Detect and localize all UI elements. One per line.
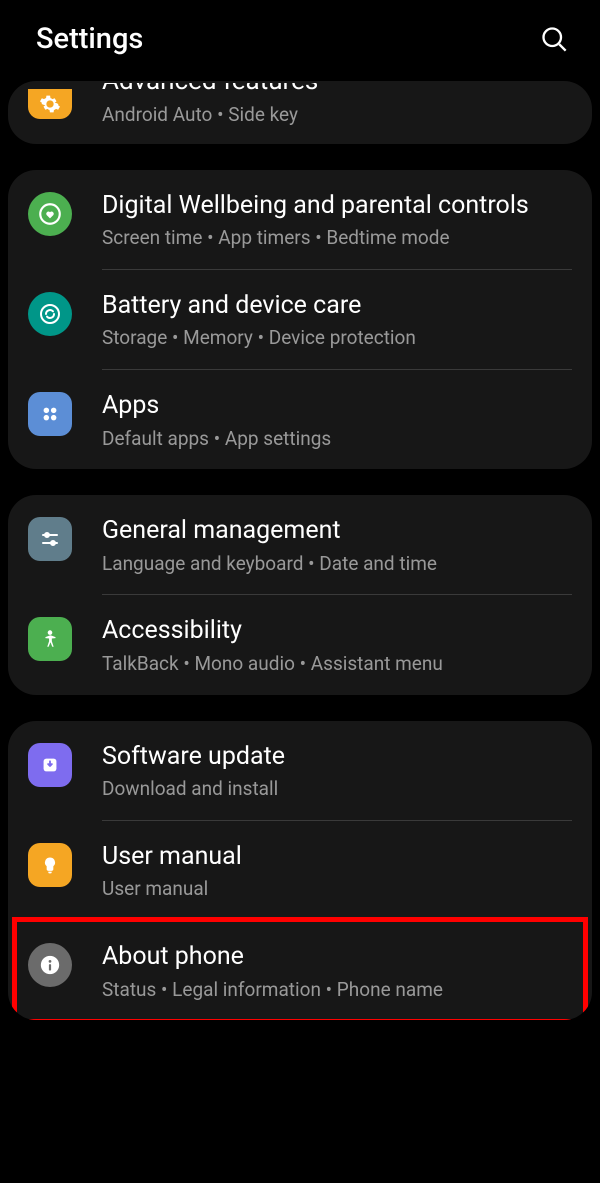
item-title: Digital Wellbeing and parental controls xyxy=(102,190,572,223)
settings-group: Advanced features Android Auto • Side ke… xyxy=(8,81,592,144)
sliders-icon xyxy=(28,517,72,561)
item-subtitle: TalkBack • Mono audio • Assistant menu xyxy=(102,652,572,677)
item-subtitle: Storage • Memory • Device protection xyxy=(102,326,572,351)
download-circle-icon xyxy=(28,743,72,787)
settings-group: Software update Download and install Use… xyxy=(8,721,592,1021)
refresh-circle-icon xyxy=(28,292,72,336)
item-title: User manual xyxy=(102,841,572,874)
item-title: Battery and device care xyxy=(102,290,572,323)
item-content: Accessibility TalkBack • Mono audio • As… xyxy=(102,613,572,676)
settings-item-battery-device-care[interactable]: Battery and device care Storage • Memory… xyxy=(8,270,592,369)
settings-item-user-manual[interactable]: User manual User manual xyxy=(8,821,592,920)
item-content: Software update Download and install xyxy=(102,739,572,802)
item-content: General management Language and keyboard… xyxy=(102,513,572,576)
item-content: Apps Default apps • App settings xyxy=(102,388,572,451)
settings-item-accessibility[interactable]: Accessibility TalkBack • Mono audio • As… xyxy=(8,595,592,694)
item-title: Accessibility xyxy=(102,615,572,648)
item-subtitle: Status • Legal information • Phone name xyxy=(102,978,572,1003)
item-title: General management xyxy=(102,515,572,548)
settings-group: General management Language and keyboard… xyxy=(8,495,592,694)
item-content: User manual User manual xyxy=(102,839,572,902)
settings-item-digital-wellbeing[interactable]: Digital Wellbeing and parental controls … xyxy=(8,170,592,269)
settings-item-general-management[interactable]: General management Language and keyboard… xyxy=(8,495,592,594)
heart-circle-icon xyxy=(28,192,72,236)
item-title: Advanced features xyxy=(102,83,572,99)
gear-plus-icon xyxy=(28,89,72,119)
item-subtitle: Screen time • App timers • Bedtime mode xyxy=(102,226,572,251)
item-content: Battery and device care Storage • Memory… xyxy=(102,288,572,351)
item-subtitle: Language and keyboard • Date and time xyxy=(102,552,572,577)
settings-item-apps[interactable]: Apps Default apps • App settings xyxy=(8,370,592,469)
page-title: Settings xyxy=(36,22,143,56)
settings-item-software-update[interactable]: Software update Download and install xyxy=(8,721,592,820)
item-subtitle: Android Auto • Side key xyxy=(102,103,572,128)
item-content: Digital Wellbeing and parental controls … xyxy=(102,188,572,251)
settings-item-about-phone[interactable]: About phone Status • Legal information •… xyxy=(8,921,592,1020)
item-subtitle: Default apps • App settings xyxy=(102,427,572,452)
item-subtitle: Download and install xyxy=(102,777,572,802)
item-title: Apps xyxy=(102,390,572,423)
item-title: About phone xyxy=(102,941,572,974)
settings-item-advanced-features[interactable]: Advanced features Android Auto • Side ke… xyxy=(8,81,592,144)
info-circle-icon xyxy=(28,943,72,987)
grid-dots-icon xyxy=(28,392,72,436)
search-icon[interactable] xyxy=(538,23,570,55)
person-icon xyxy=(28,617,72,661)
item-subtitle: User manual xyxy=(102,877,572,902)
item-content: About phone Status • Legal information •… xyxy=(102,939,572,1002)
app-header: Settings xyxy=(0,0,600,78)
bulb-icon xyxy=(28,843,72,887)
item-title: Software update xyxy=(102,741,572,774)
settings-group: Digital Wellbeing and parental controls … xyxy=(8,170,592,470)
item-content: Advanced features Android Auto • Side ke… xyxy=(102,81,572,128)
